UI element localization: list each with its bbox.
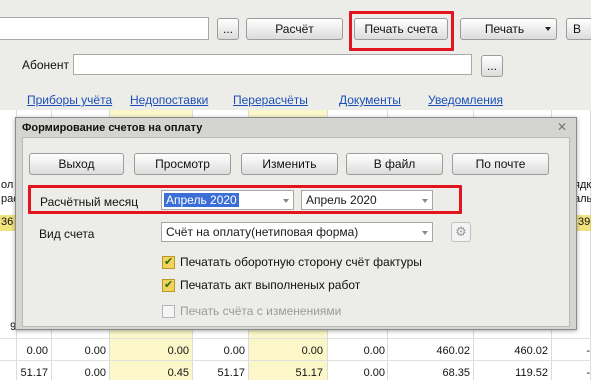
invoice-dialog: Формирование счетов на оплату ✕ Выход Пр…: [15, 117, 577, 330]
grid-cell: 460.02: [436, 345, 470, 357]
grid-right-value: 39: [578, 216, 591, 228]
grid-cell: 119.52: [515, 367, 548, 379]
print-reverse-checkbox[interactable]: [162, 255, 175, 269]
extra-button-label: В: [573, 22, 582, 36]
print-changes-checkbox: [162, 305, 175, 318]
grid-cell: 0.00: [301, 345, 323, 357]
tab-documents[interactable]: Документы: [339, 93, 401, 107]
top-input-field[interactable]: [0, 17, 209, 40]
dialog-body: Выход Просмотр Изменить В файл По почте …: [22, 137, 570, 327]
grid-cell: 0.00: [363, 345, 385, 357]
tab-meters[interactable]: Приборы учёта: [27, 93, 112, 107]
grid-cell: 0.00: [223, 345, 245, 357]
close-icon[interactable]: ✕: [556, 121, 568, 133]
grid-cell: 0.00: [167, 345, 189, 357]
grid-cell: 0.00: [84, 345, 106, 357]
grid-cell: -: [586, 367, 590, 379]
grid-cell: 0.45: [167, 367, 189, 379]
invoice-type-value: Счёт на оплату(нетиповая форма): [166, 225, 359, 239]
grid-cell: -: [586, 345, 590, 357]
grid-cell: 51.17: [217, 367, 245, 379]
print-changes-label: Печать счёта с изменениями: [180, 304, 342, 318]
dialog-title: Формирование счетов на оплату: [22, 122, 203, 134]
chevron-down-icon: [418, 223, 432, 241]
abonent-label: Абонент: [22, 58, 69, 72]
grid-left-value: 36: [1, 216, 14, 228]
exit-button[interactable]: Выход: [29, 153, 124, 175]
edit-button[interactable]: Изменить: [241, 153, 338, 175]
print-invoice-highlight: [349, 11, 454, 51]
extra-button[interactable]: В: [566, 18, 591, 40]
grid-cell: 51.17: [295, 367, 323, 379]
grid-cell: 0.00: [26, 345, 48, 357]
by-mail-button[interactable]: По почте: [452, 153, 549, 175]
grid-cell: 51.17: [20, 367, 48, 379]
grid-cell: 68.35: [442, 367, 470, 379]
grid-cell: 0.00: [363, 367, 385, 379]
preview-button[interactable]: Просмотр: [134, 153, 231, 175]
tab-notifications[interactable]: Уведомления: [428, 93, 503, 107]
invoice-type-label: Вид счета: [39, 227, 95, 241]
abonent-input[interactable]: [73, 54, 472, 75]
abonent-browse-button[interactable]: ...: [481, 55, 503, 77]
print-act-checkbox[interactable]: [162, 278, 175, 292]
to-file-button[interactable]: В файл: [346, 153, 443, 175]
print-reverse-label: Печатать оборотную сторону счёт фактуры: [180, 255, 422, 269]
invoice-type-select[interactable]: Счёт на оплату(нетиповая форма): [161, 222, 433, 242]
print-dropdown-label: Печать: [484, 22, 525, 36]
print-dropdown-button[interactable]: Печать: [460, 18, 557, 40]
grid-left-header-1: ол: [1, 179, 14, 191]
print-act-label: Печатать акт выполненых работ: [180, 278, 361, 292]
tab-recalculations[interactable]: Перерасчёты: [233, 93, 308, 107]
tab-shortfalls[interactable]: Недопоставки: [130, 93, 208, 107]
top-browse-button[interactable]: ...: [217, 18, 239, 40]
gear-icon[interactable]: ⚙: [451, 222, 471, 242]
period-highlight: [28, 185, 462, 214]
chevron-down-icon: [545, 27, 551, 31]
grid-cell: 0.00: [84, 367, 106, 379]
grid-cell: 460.02: [514, 345, 548, 357]
calc-button[interactable]: Расчёт: [246, 18, 343, 40]
